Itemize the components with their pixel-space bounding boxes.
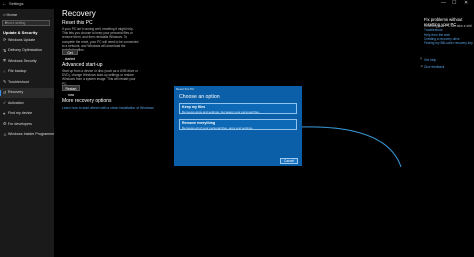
option-title: Remove everything xyxy=(182,121,216,125)
option-description: Removes all of your personal files, apps… xyxy=(182,125,254,130)
reset-pc-dialog: Reset this PC Choose an option Keep my f… xyxy=(174,86,302,166)
dialog-window-title: Reset this PC xyxy=(176,87,195,91)
dialog-heading: Choose an option xyxy=(179,94,220,100)
keep-my-files-option[interactable]: Keep my files Removes apps and settings,… xyxy=(179,103,297,114)
option-description: Removes apps and settings, but keeps you… xyxy=(182,109,260,114)
remove-everything-option[interactable]: Remove everything Removes all of your pe… xyxy=(179,119,297,130)
cancel-button[interactable]: Cancel xyxy=(280,158,298,164)
option-title: Keep my files xyxy=(182,105,206,109)
